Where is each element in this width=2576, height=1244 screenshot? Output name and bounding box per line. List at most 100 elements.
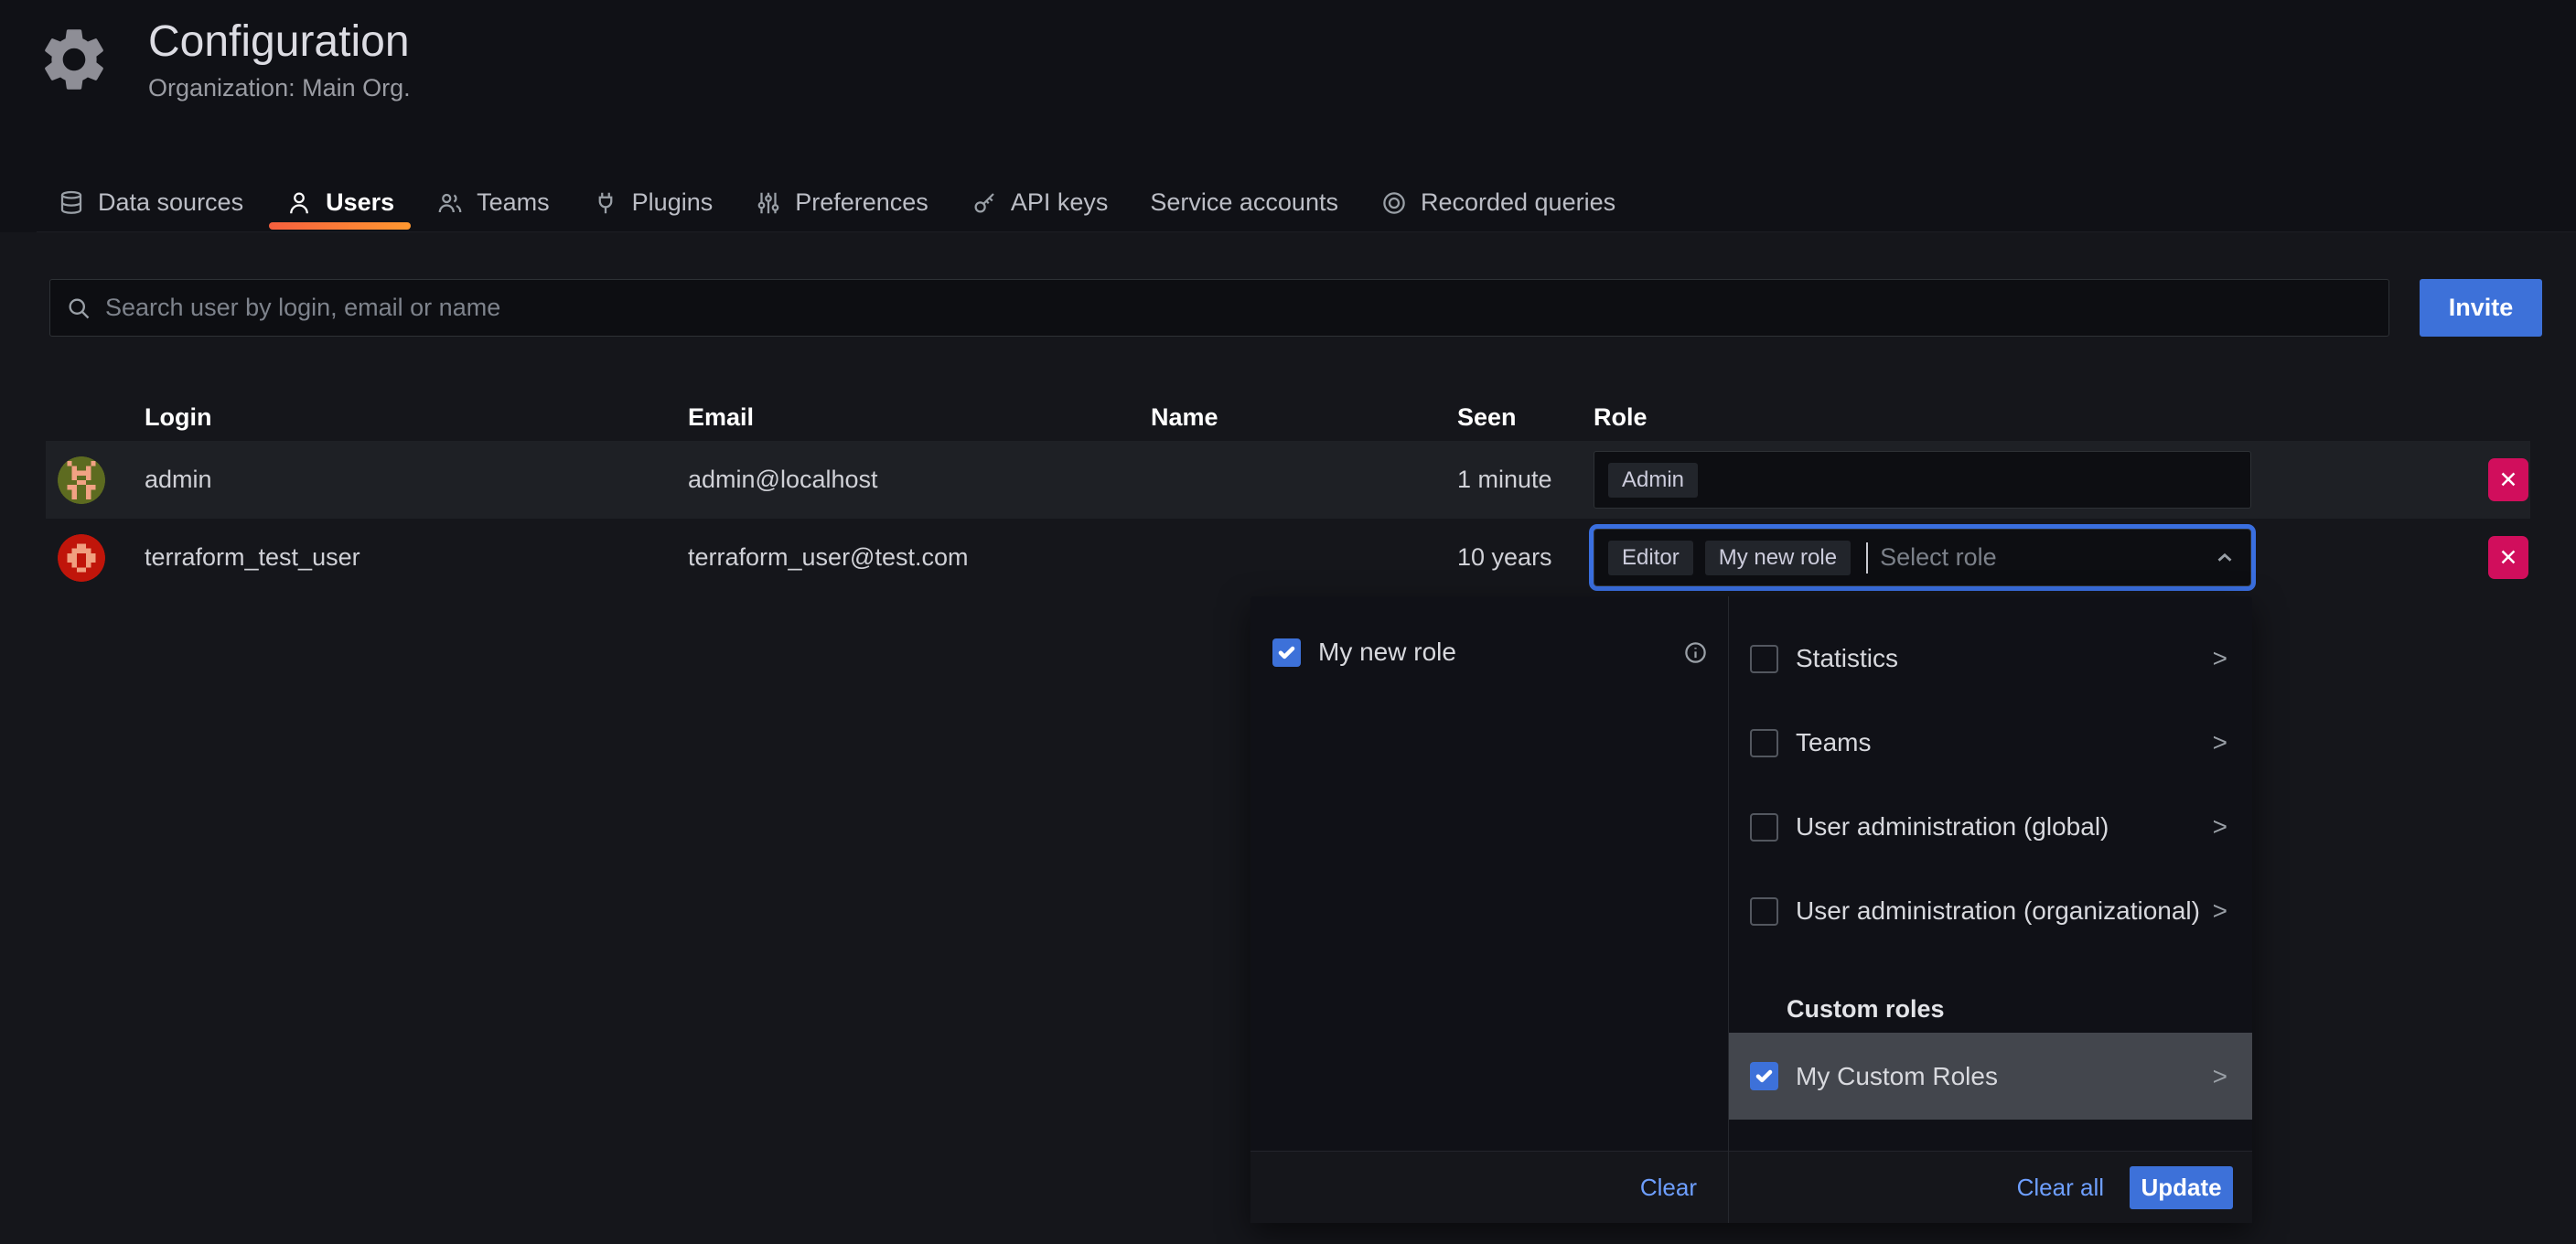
- role-select-open[interactable]: Editor My new role Select role: [1594, 529, 2251, 586]
- tab-preferences[interactable]: Preferences: [734, 174, 950, 231]
- role-pill: My new role: [1705, 541, 1851, 575]
- tab-label: Plugins: [632, 188, 714, 217]
- role-group-statistics[interactable]: Statistics >: [1729, 617, 2252, 701]
- plug-icon: [592, 189, 619, 217]
- role-group-user-administration-global[interactable]: User administration (global) >: [1729, 785, 2252, 869]
- checkbox-checked[interactable]: [1272, 638, 1301, 667]
- page-subtitle: Organization: Main Org.: [148, 74, 411, 102]
- clear-button[interactable]: Clear: [1640, 1174, 1697, 1202]
- user-seen: 10 years: [1457, 543, 1594, 572]
- table-row: terraform_test_user terraform_user@test.…: [46, 519, 2530, 596]
- role-picker-dropdown: My new role Clear Statistics >: [1250, 596, 2252, 1223]
- user-icon: [285, 189, 313, 217]
- column-header-email: Email: [688, 403, 1151, 432]
- tab-label: Users: [326, 188, 394, 217]
- user-email: admin@localhost: [688, 466, 1151, 494]
- checkbox-unchecked[interactable]: [1750, 813, 1778, 842]
- role-picker-groups-panel: Statistics > Teams > User administration…: [1729, 596, 2252, 1223]
- login-cell: terraform_test_user: [46, 534, 688, 582]
- search-input[interactable]: [103, 293, 2373, 323]
- record-icon: [1380, 189, 1408, 217]
- active-tab-indicator: [269, 222, 411, 230]
- checkbox-unchecked[interactable]: [1750, 729, 1778, 757]
- tab-label: Data sources: [98, 188, 243, 217]
- user-seen: 1 minute: [1457, 466, 1594, 494]
- tab-teams[interactable]: Teams: [415, 174, 571, 231]
- actions-cell: ✕: [2252, 536, 2530, 579]
- close-icon: ✕: [2499, 466, 2518, 494]
- custom-roles-heading: Custom roles: [1787, 983, 1945, 1035]
- table-header-row: Login Email Name Seen Role: [46, 393, 2530, 441]
- role-group-list: Statistics > Teams > User administration…: [1729, 617, 2252, 953]
- delete-user-button[interactable]: ✕: [2488, 458, 2528, 501]
- checkbox-unchecked[interactable]: [1750, 645, 1778, 673]
- avatar: [58, 456, 105, 504]
- role-pill: Admin: [1608, 463, 1698, 498]
- chevron-right-icon: >: [2213, 730, 2227, 756]
- role-group-label: My Custom Roles: [1796, 1062, 1998, 1091]
- column-header-seen: Seen: [1457, 403, 1594, 432]
- page-title: Configuration: [148, 16, 411, 67]
- gear-icon: [37, 22, 112, 97]
- chevron-right-icon: >: [2213, 898, 2227, 924]
- role-picker-left-footer: Clear: [1250, 1151, 1728, 1223]
- user-login: admin: [145, 466, 212, 494]
- checkbox-unchecked[interactable]: [1750, 897, 1778, 926]
- role-group-label: Statistics: [1796, 644, 1898, 673]
- table-row: admin admin@localhost 1 minute Admin ✕: [46, 441, 2530, 519]
- column-header-login: Login: [46, 403, 688, 432]
- configuration-page: Configuration Organization: Main Org. Da…: [0, 0, 2576, 1244]
- check-icon: [1277, 643, 1296, 662]
- tab-recorded-queries[interactable]: Recorded queries: [1359, 174, 1637, 231]
- key-icon: [971, 189, 998, 217]
- close-icon: ✕: [2499, 544, 2518, 572]
- check-icon: [1755, 1067, 1774, 1086]
- text-cursor: [1866, 542, 1868, 574]
- checkbox-checked[interactable]: [1750, 1062, 1778, 1090]
- tab-plugins[interactable]: Plugins: [571, 174, 735, 231]
- tab-service-accounts[interactable]: Service accounts: [1129, 174, 1359, 231]
- column-header-role: Role: [1594, 403, 2252, 432]
- search-icon: [66, 295, 91, 321]
- chevron-up-icon: [2213, 546, 2237, 570]
- role-group-teams[interactable]: Teams >: [1729, 701, 2252, 785]
- login-cell: admin: [46, 456, 688, 504]
- column-header-name: Name: [1151, 403, 1457, 432]
- chevron-right-icon: >: [2213, 1064, 2227, 1089]
- role-cell: Admin: [1594, 451, 2252, 509]
- users-icon: [436, 189, 464, 217]
- role-pill: Editor: [1608, 541, 1693, 575]
- search-box: [49, 279, 2389, 337]
- user-login: terraform_test_user: [145, 543, 360, 572]
- clear-all-button[interactable]: Clear all: [2017, 1174, 2104, 1202]
- role-option-my-new-role[interactable]: My new role: [1272, 638, 1708, 667]
- user-email: terraform_user@test.com: [688, 543, 1151, 572]
- chevron-right-icon: >: [2213, 814, 2227, 840]
- tab-users[interactable]: Users: [264, 174, 415, 231]
- tab-data-sources[interactable]: Data sources: [37, 174, 264, 231]
- role-picker-right-footer: Clear all Update: [1729, 1151, 2252, 1223]
- chevron-right-icon: >: [2213, 646, 2227, 671]
- tab-label: Service accounts: [1150, 188, 1338, 217]
- role-select[interactable]: Admin: [1594, 451, 2251, 509]
- actions-cell: ✕: [2252, 458, 2530, 501]
- update-button[interactable]: Update: [2130, 1166, 2233, 1209]
- role-group-user-administration-organizational[interactable]: User administration (organizational) >: [1729, 869, 2252, 953]
- tab-api-keys[interactable]: API keys: [950, 174, 1130, 231]
- role-select-placeholder: Select role: [1880, 543, 1997, 572]
- avatar-pixel-art: [58, 534, 105, 582]
- tab-label: Teams: [477, 188, 550, 217]
- role-option-label: My new role: [1318, 638, 1456, 667]
- delete-user-button[interactable]: ✕: [2488, 536, 2528, 579]
- users-toolbar: Invite: [49, 279, 2542, 337]
- info-icon[interactable]: [1683, 640, 1708, 665]
- tab-label: Preferences: [795, 188, 928, 217]
- invite-button[interactable]: Invite: [2420, 279, 2542, 337]
- role-picker-selected-panel: My new role Clear: [1250, 596, 1729, 1223]
- page-header: Configuration Organization: Main Org.: [148, 16, 411, 102]
- avatar-pixel-art: [58, 456, 105, 504]
- role-group-label: User administration (global): [1796, 812, 2109, 842]
- users-table: Login Email Name Seen Role: [46, 393, 2530, 596]
- role-group-my-custom-roles[interactable]: My Custom Roles >: [1729, 1033, 2252, 1120]
- tab-label: Recorded queries: [1421, 188, 1615, 217]
